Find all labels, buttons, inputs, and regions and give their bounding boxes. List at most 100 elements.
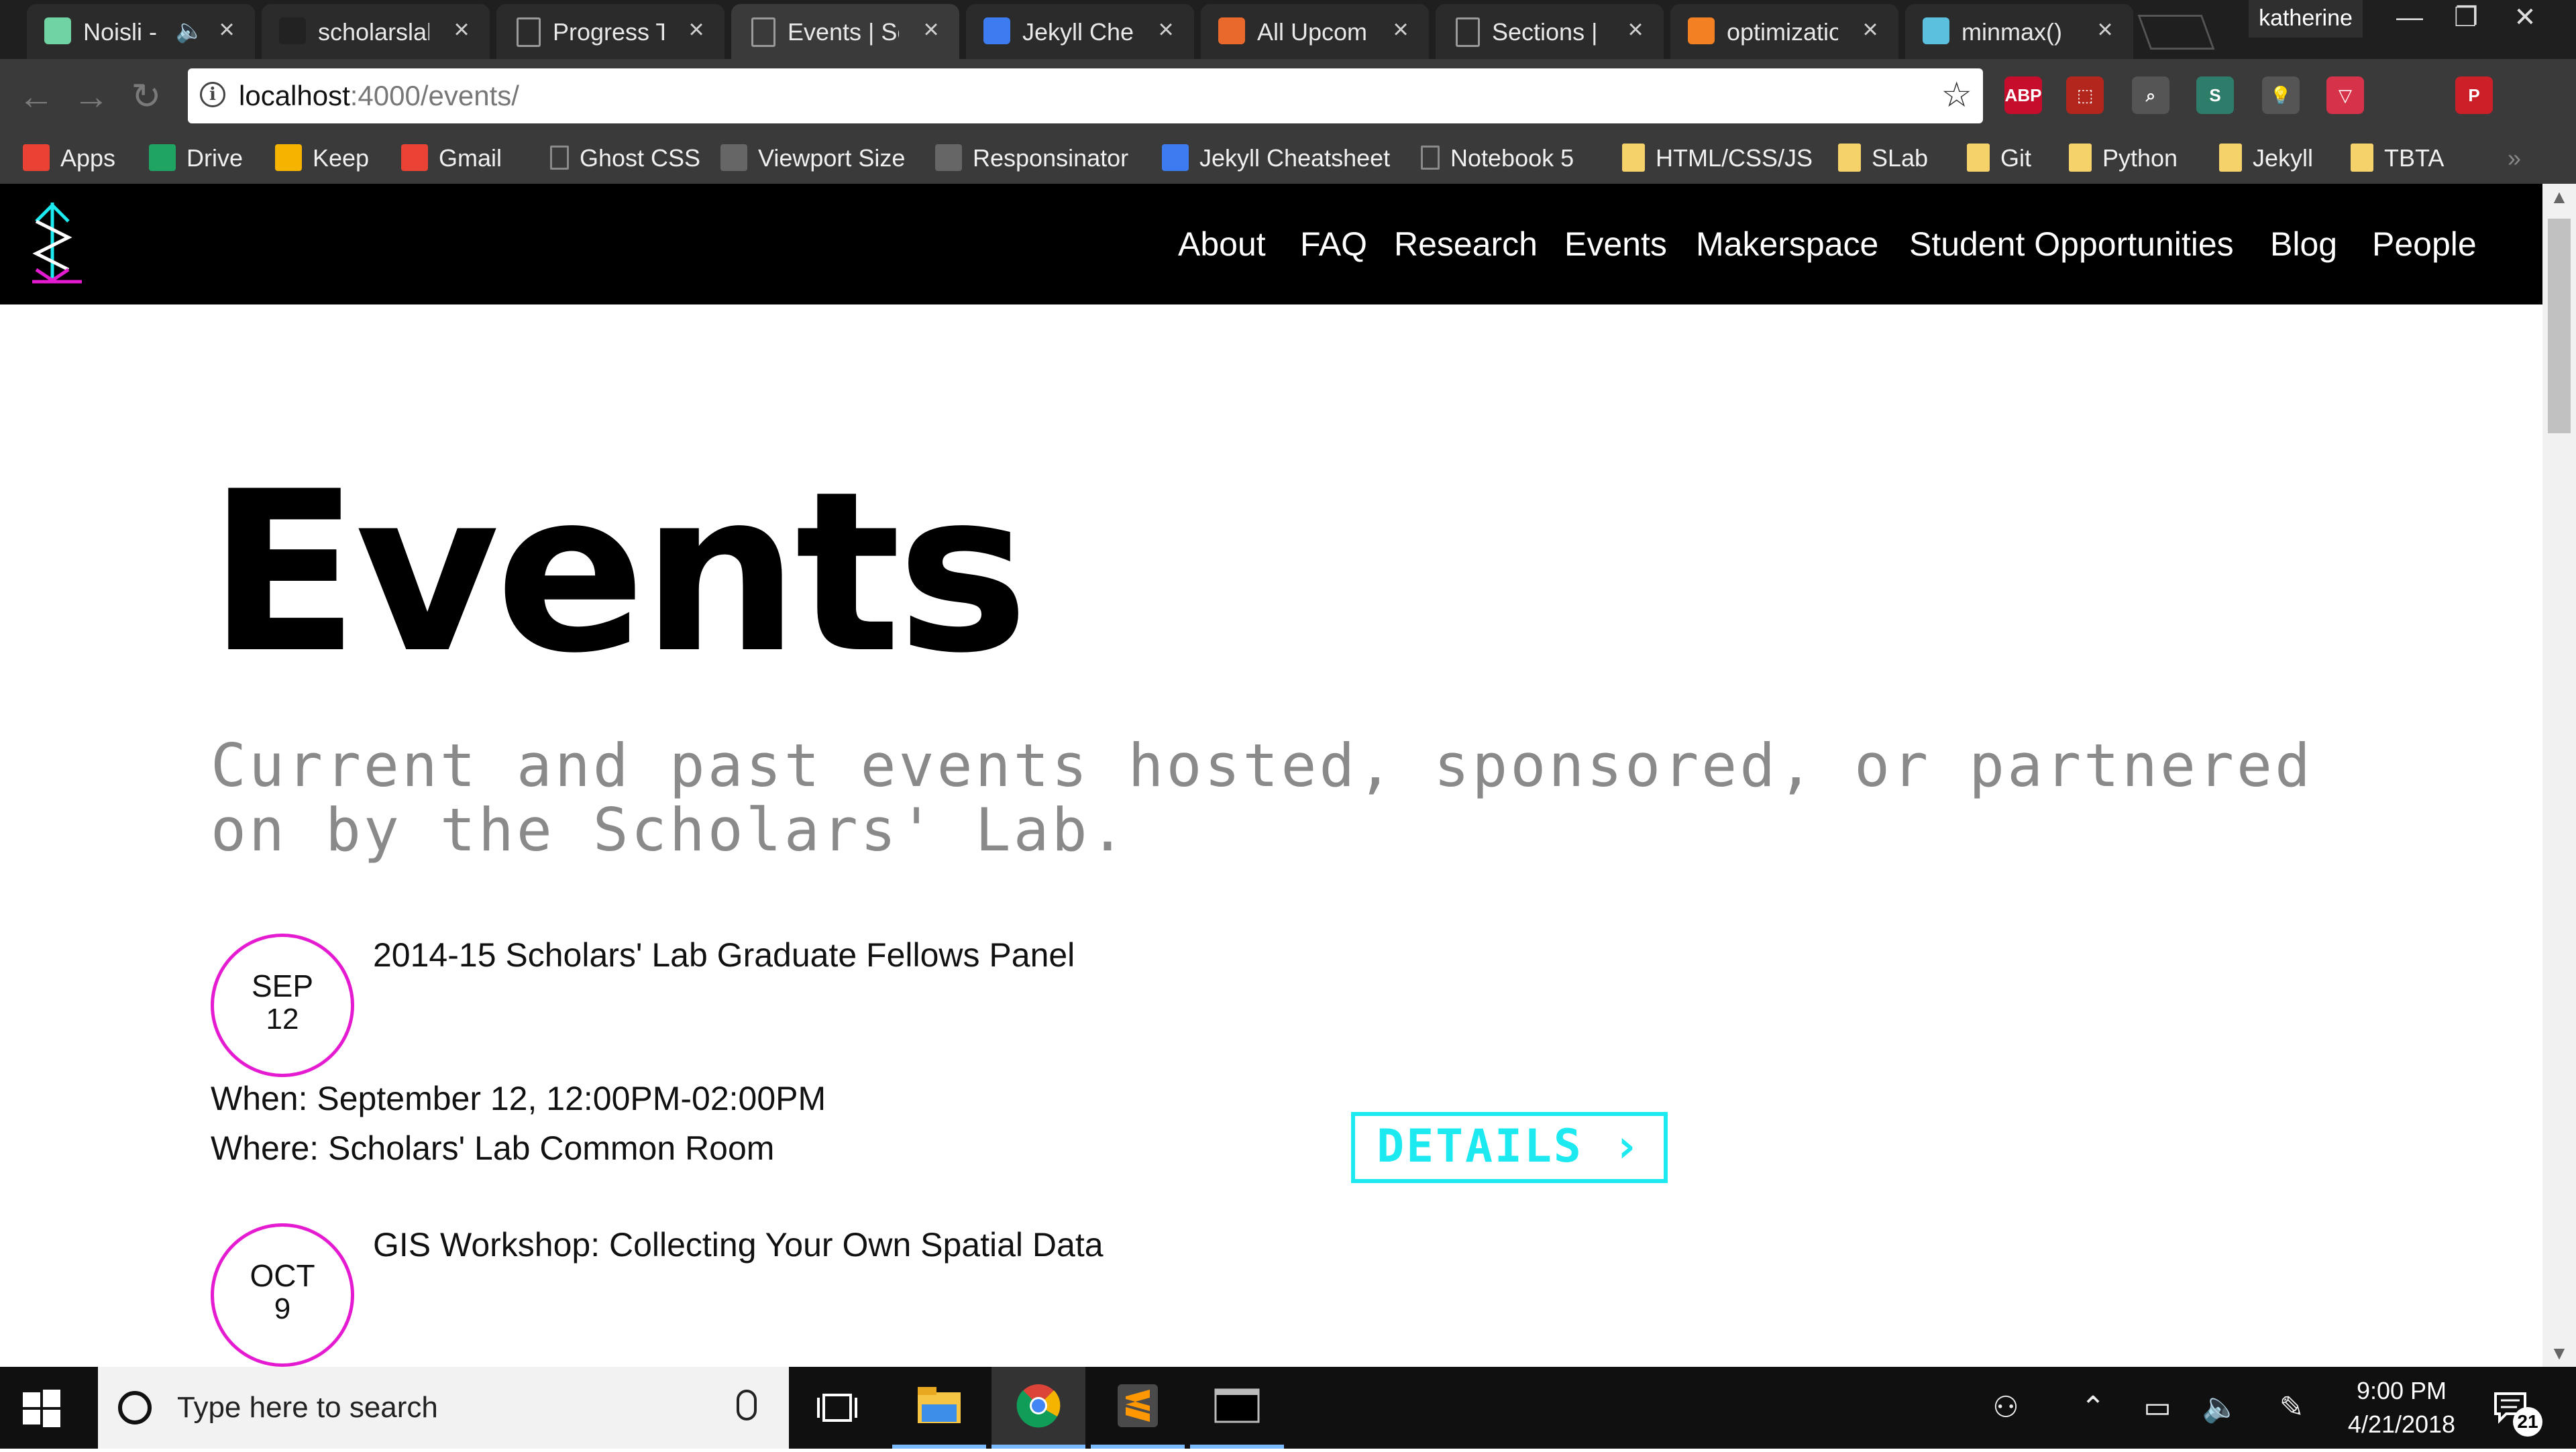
details-button[interactable]: DETAILS › (1351, 1112, 1668, 1183)
bookmark-item[interactable]: HTML/CSS/JS (1622, 138, 1813, 178)
bookmark-item[interactable]: Ghost CSS (550, 138, 700, 178)
bookmark-label: Notebook 5 (1450, 144, 1574, 172)
bookmark-item[interactable]: Python (2069, 138, 2178, 178)
event-title[interactable]: GIS Workshop: Collecting Your Own Spatia… (373, 1225, 1104, 1265)
bookmark-item[interactable]: SLab (1838, 138, 1928, 178)
tab-close-icon[interactable]: × (2092, 16, 2118, 43)
tab-close-icon[interactable]: × (1152, 16, 1179, 43)
tab-close-icon[interactable]: × (1622, 16, 1649, 43)
url-text[interactable]: localhost:4000/events/ (239, 80, 519, 111)
microphone-icon[interactable] (737, 1390, 757, 1420)
browser-tab[interactable]: All Upcom × (1201, 4, 1429, 59)
tab-close-icon[interactable]: × (213, 16, 240, 43)
volume-icon[interactable]: 🔈 (2200, 1391, 2241, 1425)
terminal-button[interactable] (1190, 1367, 1284, 1449)
site-header: About FAQ Research Events Makerspace Student … (0, 184, 2542, 304)
address-bar[interactable]: i localhost:4000/events/ ☆ (188, 68, 1983, 123)
profile-button[interactable]: katherine (2249, 0, 2363, 38)
bookmark-star-icon[interactable]: ☆ (1941, 76, 1972, 114)
tab-close-icon[interactable]: × (918, 16, 945, 43)
restore-button[interactable]: ❐ (2438, 0, 2494, 38)
chrome-button[interactable] (991, 1367, 1085, 1449)
browser-tab[interactable]: Sections | × (1436, 4, 1664, 59)
browser-tab[interactable]: Jekyll Chea × (966, 4, 1194, 59)
folder-icon (2069, 144, 2092, 172)
bookmarks-overflow-button[interactable]: » (2508, 138, 2521, 178)
event-date-badge: OCT 9 (211, 1223, 354, 1367)
back-button[interactable]: ← (15, 75, 58, 118)
bookmark-item[interactable]: Responsinator (935, 138, 1128, 178)
taskbar-search-input[interactable]: Type here to search (177, 1391, 438, 1425)
file-explorer-button[interactable] (892, 1367, 986, 1449)
browser-tab[interactable]: scholarslab × (262, 4, 490, 59)
bookmark-item[interactable]: Git (1967, 138, 2031, 178)
bookmark-item[interactable]: Drive (149, 138, 243, 178)
lightbulb-icon[interactable]: 💡 (2262, 76, 2300, 114)
adblock-plus-icon[interactable]: ABP (2004, 76, 2042, 114)
bookmark-item[interactable]: Jekyll (2219, 138, 2313, 178)
tab-title: scholarslab (318, 18, 429, 46)
url-host: localhost (239, 80, 350, 111)
tab-close-icon[interactable]: × (683, 16, 710, 43)
nav-link-faq[interactable]: FAQ (1300, 219, 1367, 270)
browser-tab[interactable]: Noisli - 🔈 × (27, 4, 255, 59)
taskbar-search[interactable]: Type here to search (98, 1367, 789, 1449)
folder-icon (2351, 144, 2373, 172)
nav-link-student-opportunities[interactable]: Student Opportunities (1909, 219, 2234, 270)
bookmark-label: Jekyll Cheatsheet (1199, 144, 1391, 172)
nav-link-research[interactable]: Research (1394, 219, 1538, 270)
windows-start-icon[interactable] (20, 1387, 63, 1430)
search-extension-icon[interactable]: ⌕ (2132, 76, 2169, 114)
battery-icon[interactable]: ▭ (2137, 1391, 2178, 1425)
tab-close-icon[interactable]: × (448, 16, 475, 43)
minimize-button[interactable]: — (2381, 0, 2438, 38)
responsinator-icon (935, 144, 962, 172)
show-hidden-icons-chevron-icon[interactable]: ⌃ (2073, 1391, 2113, 1425)
pinterest-icon[interactable]: P (2455, 76, 2493, 114)
scroll-up-icon[interactable]: ▲ (2542, 184, 2576, 211)
pdf-icon[interactable]: ⬚ (2066, 76, 2104, 114)
tab-close-icon[interactable]: × (1387, 16, 1414, 43)
back-arrow-icon: ← (18, 76, 54, 117)
browser-tab[interactable]: Progress T × (496, 4, 724, 59)
clock-time[interactable]: 9:00 PM (2348, 1376, 2455, 1406)
clock-date[interactable]: 4/21/2018 (2334, 1410, 2469, 1439)
nav-link-about[interactable]: About (1178, 219, 1266, 270)
people-icon[interactable]: ⚇ (1986, 1391, 2026, 1425)
bookmark-item[interactable]: Notebook 5 (1421, 138, 1574, 178)
close-window-button[interactable]: ✕ (2497, 0, 2553, 38)
site-info-icon[interactable]: i (200, 82, 225, 107)
nav-link-blog[interactable]: Blog (2270, 219, 2337, 270)
bookmark-label: Responsinator (973, 144, 1129, 172)
bookmark-item[interactable]: Gmail (401, 138, 502, 178)
bookmark-label: Git (2000, 144, 2032, 172)
event-item: OCT 9 GIS Workshop: Collecting Your Own … (211, 1223, 2223, 1367)
bookmark-item[interactable]: Apps (23, 138, 115, 178)
bookmark-item[interactable]: TBTA (2351, 138, 2444, 178)
nav-link-events[interactable]: Events (1564, 219, 1667, 270)
new-tab-button[interactable] (2137, 15, 2215, 50)
task-view-button[interactable] (790, 1367, 884, 1449)
bookmark-item[interactable]: Jekyll Cheatsheet (1162, 138, 1390, 178)
page-scrollbar[interactable]: ▲ ▼ (2542, 184, 2576, 1367)
event-title[interactable]: 2014-15 Scholars' Lab Graduate Fellows P… (373, 935, 1075, 975)
browser-tab[interactable]: minmax() × (1905, 4, 2133, 59)
nav-link-makerspace[interactable]: Makerspace (1696, 219, 1878, 270)
s-extension-icon[interactable]: S (2196, 76, 2234, 114)
scroll-thumb[interactable] (2548, 219, 2571, 433)
forward-button[interactable]: → (70, 75, 113, 118)
reload-button[interactable]: ↻ (125, 75, 168, 118)
scholars-lab-logo[interactable] (27, 199, 94, 290)
nav-link-people[interactable]: People (2372, 219, 2477, 270)
github-icon (279, 17, 306, 44)
scroll-down-icon[interactable]: ▼ (2542, 1340, 2576, 1367)
bookmark-item[interactable]: Viewport Size (720, 138, 905, 178)
browser-tab[interactable]: optimizatio × (1670, 4, 1898, 59)
tab-muted-icon[interactable]: 🔈 (176, 16, 204, 46)
pen-icon[interactable]: ✎ (2271, 1391, 2312, 1425)
pocket-icon[interactable]: ▽ (2326, 76, 2364, 114)
bookmark-item[interactable]: Keep (275, 138, 369, 178)
tab-close-icon[interactable]: × (1857, 16, 1884, 43)
browser-tab[interactable]: Events | Sc × (731, 4, 959, 59)
sublime-text-button[interactable] (1091, 1367, 1185, 1449)
